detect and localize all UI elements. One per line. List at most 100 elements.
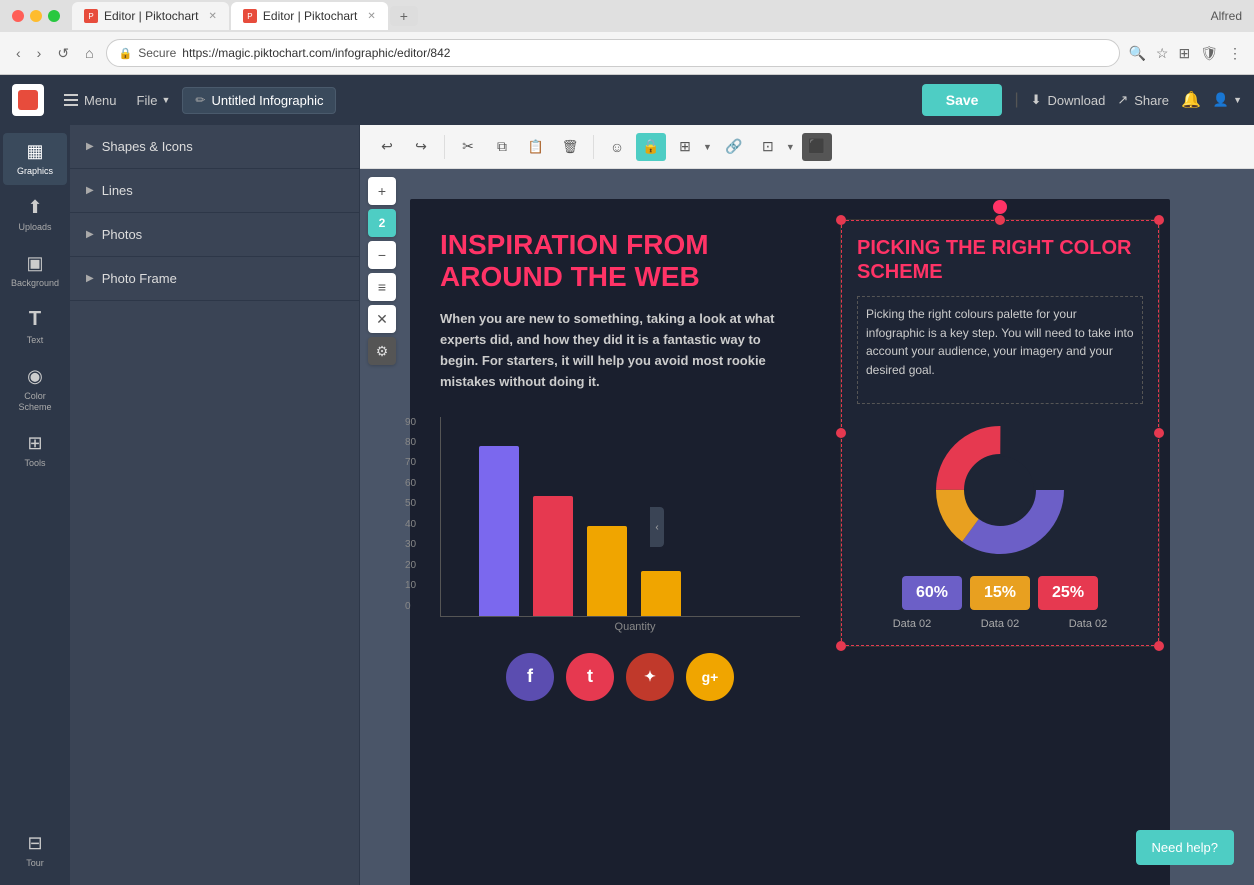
search-icon[interactable]: 🔍: [1128, 45, 1145, 62]
grid-arrow-icon[interactable]: ▼: [700, 140, 715, 154]
undo-button[interactable]: ↩: [372, 133, 402, 161]
photos-title: Photos: [102, 227, 142, 242]
stat-box-red: 25%: [1038, 576, 1098, 610]
browser-titlebar: P Editor | Piktochart ✕ P Editor | Pikto…: [0, 0, 1254, 32]
address-bar[interactable]: 🔒 Secure https://magic.piktochart.com/in…: [106, 39, 1121, 67]
redo-button[interactable]: ↪: [406, 133, 436, 161]
canvas-scroll[interactable]: + 2 − ≡ ✕ ⚙ INSPIRATION FROM AROUND THE …: [360, 169, 1254, 885]
menu-button[interactable]: Menu: [56, 89, 125, 112]
close-button[interactable]: ✕: [368, 305, 396, 333]
photo-frame-header[interactable]: ▶ Photo Frame: [70, 257, 359, 300]
infographic-main-heading: INSPIRATION FROM AROUND THE WEB: [440, 229, 800, 293]
download-icon: ⬇: [1031, 92, 1042, 108]
copy-button[interactable]: ⧉: [487, 133, 517, 161]
nav-refresh-btn[interactable]: ↺: [53, 43, 73, 64]
grid-button[interactable]: ⊞: [670, 133, 700, 161]
more-button[interactable]: ⬛: [802, 133, 832, 161]
selection-handle-tl[interactable]: [836, 215, 846, 225]
browser-tab-1[interactable]: P Editor | Piktochart ✕: [72, 2, 229, 30]
crop-arrow-icon[interactable]: ▼: [783, 140, 798, 154]
sidebar-item-background[interactable]: ▣ Background: [3, 245, 67, 297]
extensions-icon[interactable]: ⊞: [1178, 45, 1190, 62]
browser-tab-2[interactable]: P Editor | Piktochart ✕: [231, 2, 388, 30]
lock-button[interactable]: 🔒: [636, 133, 666, 161]
selection-handle-ml[interactable]: [836, 428, 846, 438]
user-menu-button[interactable]: 👤 ▼: [1213, 92, 1242, 108]
photos-header[interactable]: ▶ Photos: [70, 213, 359, 256]
zoom-out-button[interactable]: −: [368, 241, 396, 269]
align-button[interactable]: ≡: [368, 273, 396, 301]
save-button[interactable]: Save: [922, 84, 1003, 116]
infographic-right-section[interactable]: PICKING THE RIGHT COLOR SCHEME Picking t…: [840, 219, 1160, 647]
paste-button[interactable]: 📋: [521, 133, 551, 161]
document-title: Untitled Infographic: [211, 93, 323, 108]
rotate-handle[interactable]: [993, 200, 1007, 214]
crop-button[interactable]: ⊡: [753, 133, 783, 161]
y-label-90: 90: [405, 417, 416, 428]
link-button[interactable]: 🔗: [719, 133, 749, 161]
nav-back-btn[interactable]: ‹: [12, 43, 25, 63]
browser-user: Alfred: [1211, 9, 1242, 23]
selection-handle-tr[interactable]: [1154, 215, 1164, 225]
facebook-icon[interactable]: f: [506, 653, 554, 701]
delete-button[interactable]: 🗑: [555, 133, 585, 161]
data-label-3: Data 02: [1048, 618, 1128, 630]
sidebar-item-graphics[interactable]: ▦ Graphics: [3, 133, 67, 185]
browser-menu-icon[interactable]: ⋮: [1228, 45, 1242, 62]
user-avatar-icon: 👤: [1213, 92, 1229, 108]
new-tab-btn[interactable]: +: [390, 6, 418, 26]
document-title-input[interactable]: ✏ Untitled Infographic: [182, 87, 336, 114]
file-button[interactable]: File ▼: [137, 93, 171, 108]
selection-handle-br[interactable]: [1154, 641, 1164, 651]
cut-button[interactable]: ✂: [453, 133, 483, 161]
notifications-button[interactable]: 🔔: [1181, 90, 1201, 110]
lines-header[interactable]: ▶ Lines: [70, 169, 359, 212]
need-help-button[interactable]: Need help?: [1136, 830, 1235, 865]
grid-button-group[interactable]: ⊞ ▼: [670, 133, 715, 161]
nav-forward-btn[interactable]: ›: [33, 43, 46, 63]
selection-handle-bl[interactable]: [836, 641, 846, 651]
close-window-btn[interactable]: [12, 10, 24, 22]
instagram-icon[interactable]: ✦: [626, 653, 674, 701]
sidebar-item-tools[interactable]: ⊞ Tools: [3, 425, 67, 477]
slide-number-badge[interactable]: 2: [368, 209, 396, 237]
gplus-icon[interactable]: g+: [686, 653, 734, 701]
sidebar-item-color-scheme[interactable]: ◉ Color Scheme: [3, 358, 67, 421]
tab-close-1[interactable]: ✕: [209, 11, 217, 22]
tab-close-2[interactable]: ✕: [367, 11, 375, 22]
selection-handle-mr[interactable]: [1154, 428, 1164, 438]
pencil-icon: ✏: [195, 93, 205, 107]
nav-home-btn[interactable]: ⌂: [81, 43, 97, 63]
sidebar-label-graphics: Graphics: [17, 166, 53, 177]
lines-chevron-icon: ▶: [86, 185, 94, 196]
download-button[interactable]: ⬇ Download: [1031, 92, 1106, 108]
hamburger-icon: [64, 94, 78, 106]
traffic-lights: [12, 10, 60, 22]
shield-icon[interactable]: 🛡: [1200, 45, 1218, 62]
maximize-window-btn[interactable]: [48, 10, 60, 22]
settings-button[interactable]: ⚙: [368, 337, 396, 365]
panel-collapse-button[interactable]: ‹: [650, 507, 664, 547]
file-chevron-icon: ▼: [161, 95, 170, 105]
toolbar-separator-2: [593, 135, 594, 159]
stat-pct-3: 25%: [1052, 584, 1084, 602]
panel-section-photos: ▶ Photos: [70, 213, 359, 257]
y-label-60: 60: [405, 478, 416, 489]
selection-handle-top-mid[interactable]: [995, 215, 1005, 225]
minimize-window-btn[interactable]: [30, 10, 42, 22]
twitter-icon[interactable]: t: [566, 653, 614, 701]
stat-pct-1: 60%: [916, 584, 948, 602]
bookmark-icon[interactable]: ☆: [1156, 45, 1169, 62]
zoom-in-button[interactable]: +: [368, 177, 396, 205]
protocol-label: Secure: [138, 46, 176, 60]
emoji-button[interactable]: ☺: [602, 133, 632, 161]
stat-box-orange: 15%: [970, 576, 1030, 610]
shapes-icons-header[interactable]: ▶ Shapes & Icons: [70, 125, 359, 168]
crop-button-group[interactable]: ⊡ ▼: [753, 133, 798, 161]
sidebar-item-uploads[interactable]: ⬆ Uploads: [3, 189, 67, 241]
y-label-30: 30: [405, 539, 416, 550]
sidebar-item-text[interactable]: T Text: [3, 300, 67, 354]
sidebar-item-tour[interactable]: ⊟ Tour: [3, 825, 67, 877]
share-button[interactable]: ↗ Share: [1117, 92, 1169, 108]
infographic-main-body: When you are new to something, taking a …: [440, 309, 800, 392]
